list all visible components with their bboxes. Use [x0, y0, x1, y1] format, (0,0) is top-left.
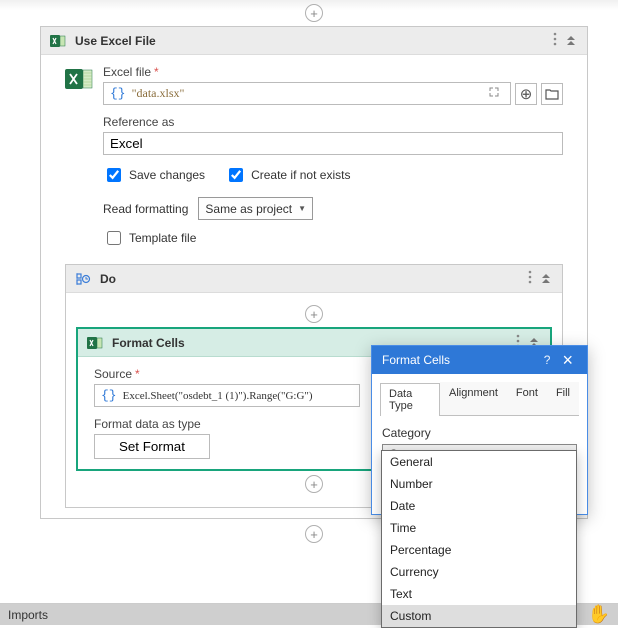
- add-activity-inner-top[interactable]: [305, 305, 323, 323]
- card-menu[interactable]: [522, 270, 538, 287]
- required-mark: *: [135, 367, 140, 381]
- use-excel-title: Use Excel File: [75, 34, 547, 48]
- add-file-button[interactable]: [515, 83, 537, 105]
- reference-label: Reference as: [103, 115, 174, 129]
- template-file-label: Template file: [129, 231, 196, 245]
- braces-icon: {}: [110, 86, 126, 101]
- collapse-toggle[interactable]: [563, 36, 579, 45]
- category-label: Category: [382, 426, 577, 440]
- option-time[interactable]: Time: [382, 517, 576, 539]
- tab-alignment[interactable]: Alignment: [440, 382, 507, 415]
- imports-label[interactable]: Imports: [8, 608, 48, 622]
- save-changes-label: Save changes: [129, 168, 205, 182]
- add-activity-inner-bottom[interactable]: [305, 475, 323, 493]
- add-activity-bottom[interactable]: [305, 525, 323, 543]
- help-button[interactable]: ?: [536, 353, 559, 367]
- create-if-checkbox[interactable]: Create if not exists: [225, 165, 350, 185]
- hand-cursor-icon: ✋: [588, 604, 610, 625]
- required-mark: *: [154, 65, 159, 79]
- option-number[interactable]: Number: [382, 473, 576, 495]
- set-format-button[interactable]: Set Format: [94, 434, 210, 459]
- tab-data-type[interactable]: Data Type: [380, 383, 440, 416]
- source-label: Source: [94, 367, 132, 381]
- option-text[interactable]: Text: [382, 583, 576, 605]
- close-button[interactable]: ×: [558, 351, 577, 369]
- collapse-toggle[interactable]: [538, 274, 554, 283]
- option-percentage[interactable]: Percentage: [382, 539, 576, 561]
- template-file-checkbox[interactable]: Template file: [103, 228, 563, 248]
- option-currency[interactable]: Currency: [382, 561, 576, 583]
- add-activity-top[interactable]: [305, 4, 323, 22]
- save-changes-checkbox[interactable]: Save changes: [103, 165, 205, 185]
- dialog-title: Format Cells: [382, 353, 536, 367]
- tab-font[interactable]: Font: [507, 382, 547, 415]
- excel-file-value: "data.xlsx": [132, 86, 484, 101]
- excel-file-input[interactable]: {} "data.xlsx": [103, 82, 511, 105]
- read-formatting-value: Same as project: [205, 202, 292, 216]
- excel-icon: [86, 334, 104, 352]
- caret-down-icon: ▼: [298, 204, 306, 213]
- reference-input[interactable]: [103, 132, 563, 155]
- create-if-label: Create if not exists: [251, 168, 350, 182]
- option-custom[interactable]: Custom: [382, 605, 576, 627]
- read-formatting-select[interactable]: Same as project ▼: [198, 197, 313, 220]
- format-as-label: Format data as type: [94, 417, 201, 431]
- braces-icon: {}: [101, 388, 117, 403]
- source-value: Excel.Sheet("osdebt_1 (1)").Range("G:G"): [123, 390, 353, 402]
- browse-folder-button[interactable]: [541, 83, 563, 105]
- option-date[interactable]: Date: [382, 495, 576, 517]
- card-menu[interactable]: [547, 32, 563, 49]
- tab-fill[interactable]: Fill: [547, 382, 579, 415]
- excel-icon: [49, 32, 67, 50]
- source-input[interactable]: {} Excel.Sheet("osdebt_1 (1)").Range("G:…: [94, 384, 360, 407]
- do-title: Do: [100, 272, 522, 286]
- expand-icon[interactable]: [484, 87, 504, 100]
- dialog-tabs: Data Type Alignment Font Fill: [380, 382, 579, 416]
- read-formatting-label: Read formatting: [103, 202, 188, 216]
- excel-icon-large: [65, 65, 93, 96]
- excel-file-label: Excel file: [103, 65, 151, 79]
- option-general[interactable]: General: [382, 451, 576, 473]
- category-dropdown: General Number Date Time Percentage Curr…: [381, 450, 577, 628]
- do-icon: [74, 270, 92, 288]
